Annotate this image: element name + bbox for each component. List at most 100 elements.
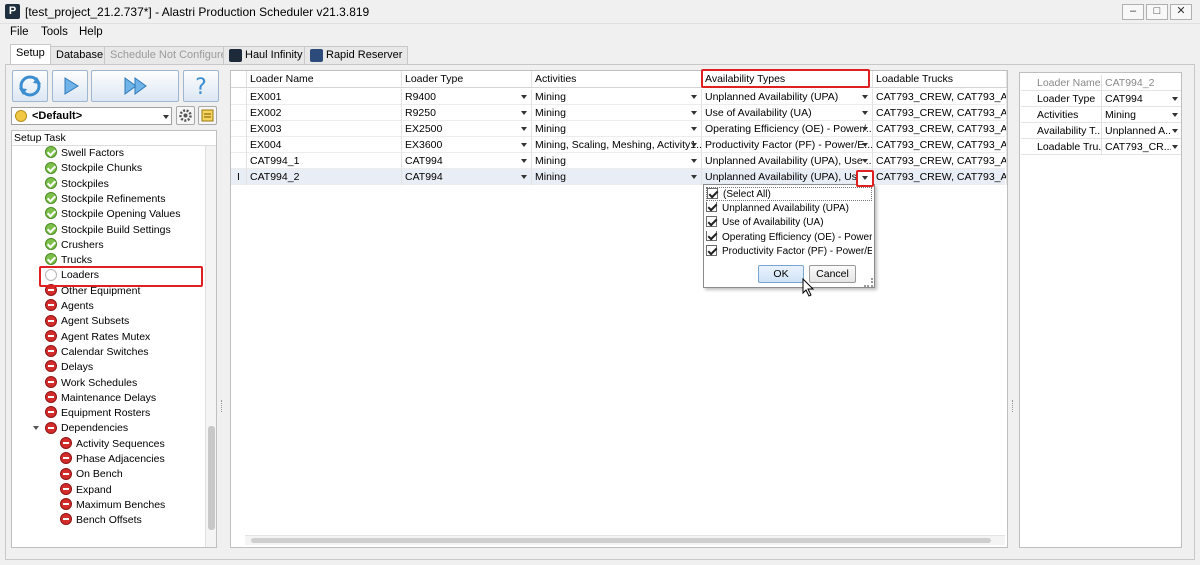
chevron-down-icon[interactable] bbox=[1172, 129, 1178, 133]
cancel-button[interactable]: Cancel bbox=[809, 265, 856, 283]
property-value[interactable]: Mining bbox=[1105, 107, 1171, 123]
availability-option[interactable]: Use of Availability (UA) bbox=[706, 216, 872, 230]
property-row[interactable]: Loader Name CAT994_2 bbox=[1021, 75, 1181, 91]
chevron-down-icon[interactable] bbox=[521, 143, 527, 147]
expand-chevron-icon[interactable] bbox=[33, 426, 39, 431]
help-button[interactable]: ? bbox=[183, 70, 219, 102]
tree-item-activity-sequences[interactable]: Activity Sequences bbox=[60, 436, 165, 452]
refresh-button[interactable] bbox=[12, 70, 48, 102]
chevron-down-icon[interactable] bbox=[862, 111, 868, 115]
chevron-down-icon[interactable] bbox=[521, 127, 527, 131]
property-value[interactable]: Unplanned A... bbox=[1105, 123, 1171, 139]
table-row[interactable]: EX002 R9250 Mining Use of Availability (UA)… bbox=[231, 105, 1007, 121]
table-cell[interactable]: Mining, Scaling, Meshing, Activity1... bbox=[532, 137, 702, 153]
tree-item-phase-adjacencies[interactable]: Phase Adjacencies bbox=[60, 452, 165, 467]
row-indicator[interactable] bbox=[231, 137, 247, 153]
table-row[interactable]: EX003 EX2500 Mining Operating Efficiency (O… bbox=[231, 121, 1007, 137]
right-splitter[interactable] bbox=[1012, 400, 1015, 412]
tree-item-dependencies[interactable]: Dependencies bbox=[45, 421, 128, 436]
grid-hscrollbar-thumb[interactable] bbox=[251, 538, 991, 543]
row-indicator[interactable]: I bbox=[231, 169, 247, 185]
table-cell[interactable]: EX2500 bbox=[402, 121, 532, 137]
tree-item-stockpile-build-settings[interactable]: Stockpile Build Settings bbox=[45, 222, 171, 238]
tree-item-expand[interactable]: Expand bbox=[60, 482, 112, 498]
chevron-down-icon[interactable] bbox=[691, 175, 697, 179]
tree-item-calendar-switches[interactable]: Calendar Switches bbox=[45, 345, 149, 360]
row-indicator[interactable] bbox=[231, 105, 247, 121]
chevron-down-icon[interactable] bbox=[1172, 113, 1178, 117]
tab-database[interactable]: Database bbox=[50, 46, 110, 65]
table-cell[interactable]: Mining bbox=[532, 105, 702, 121]
table-cell[interactable]: CAT994_1 bbox=[247, 153, 402, 169]
tree-item-agent-subsets[interactable]: Agent Subsets bbox=[45, 314, 129, 329]
table-cell[interactable]: Mining bbox=[532, 89, 702, 105]
tree-item-stockpile-opening-values[interactable]: Stockpile Opening Values bbox=[45, 207, 180, 222]
table-cell[interactable]: Productivity Factor (PF) - Power/E... bbox=[702, 137, 873, 153]
table-cell[interactable]: EX004 bbox=[247, 137, 402, 153]
chevron-down-icon[interactable] bbox=[521, 111, 527, 115]
menu-tools[interactable]: Tools bbox=[41, 26, 68, 38]
tab-setup[interactable]: Setup bbox=[10, 44, 51, 65]
tab-rapid-reserver[interactable]: Rapid Reserver bbox=[304, 46, 409, 65]
tree-item-agent-rates-mutex[interactable]: Agent Rates Mutex bbox=[45, 329, 150, 345]
settings-button[interactable] bbox=[176, 106, 195, 125]
property-row[interactable]: Activities Mining bbox=[1021, 107, 1181, 123]
minimize-button[interactable]: – bbox=[1122, 4, 1144, 20]
checkbox-checked-icon[interactable] bbox=[706, 230, 717, 242]
table-cell[interactable]: EX001 bbox=[247, 89, 402, 105]
close-button[interactable]: ✕ bbox=[1170, 4, 1192, 20]
chevron-down-icon[interactable] bbox=[691, 159, 697, 163]
checkbox-checked-icon[interactable] bbox=[707, 188, 718, 199]
tree-item-maintenance-delays[interactable]: Maintenance Delays bbox=[45, 391, 156, 406]
tree-item-swell-factors[interactable]: Swell Factors bbox=[45, 146, 124, 161]
table-cell[interactable]: CAT793_CREW, CAT793_A... bbox=[873, 105, 1007, 121]
tree-item-equipment-rosters[interactable]: Equipment Rosters bbox=[45, 406, 150, 421]
chevron-down-icon[interactable] bbox=[521, 159, 527, 163]
menu-file[interactable]: File bbox=[10, 26, 29, 38]
table-cell[interactable]: R9400 bbox=[402, 89, 532, 105]
property-value[interactable]: CAT994 bbox=[1105, 91, 1171, 107]
tab-haul-infinity[interactable]: Haul Infinity bbox=[223, 46, 309, 65]
tree-item-delays[interactable]: Delays bbox=[45, 360, 93, 375]
tree-item-maximum-benches[interactable]: Maximum Benches bbox=[60, 498, 165, 513]
resize-grip-icon[interactable] bbox=[864, 278, 873, 287]
row-indicator[interactable] bbox=[231, 121, 247, 137]
tree-item-crushers[interactable]: Crushers bbox=[45, 238, 104, 253]
chevron-down-icon[interactable] bbox=[521, 95, 527, 99]
chevron-down-icon[interactable] bbox=[862, 95, 868, 99]
left-splitter[interactable] bbox=[221, 400, 224, 412]
property-row[interactable]: Loader Type CAT994 bbox=[1021, 91, 1181, 107]
tree-item-stockpile-chunks[interactable]: Stockpile Chunks bbox=[45, 161, 142, 176]
row-indicator[interactable] bbox=[231, 89, 247, 105]
chevron-down-icon[interactable] bbox=[1172, 97, 1178, 101]
table-cell[interactable]: EX003 bbox=[247, 121, 402, 137]
table-cell[interactable]: Use of Availability (UA) bbox=[702, 105, 873, 121]
table-row[interactable]: CAT994_1 CAT994 Mining Unplanned Availabili… bbox=[231, 153, 1007, 169]
tree-item-work-schedules[interactable]: Work Schedules bbox=[45, 375, 137, 391]
table-cell[interactable]: CAT994_2 bbox=[247, 169, 402, 185]
table-row[interactable]: EX004 EX3600 Mining, Scaling, Meshing, Act… bbox=[231, 137, 1007, 153]
col-loader-type[interactable]: Loader Type bbox=[402, 71, 532, 87]
checkbox-checked-icon[interactable] bbox=[706, 216, 717, 227]
table-cell[interactable]: CAT793_CREW, CAT793_A... bbox=[873, 137, 1007, 153]
table-cell[interactable]: EX3600 bbox=[402, 137, 532, 153]
table-row[interactable]: EX001 R9400 Mining Unplanned Availability (… bbox=[231, 89, 1007, 105]
property-row[interactable]: Loadable Tru... CAT793_CR... bbox=[1021, 139, 1181, 155]
table-cell[interactable]: CAT793_CREW, CAT793_A... bbox=[873, 121, 1007, 137]
checkbox-checked-icon[interactable] bbox=[706, 201, 717, 213]
tree-scrollbar[interactable] bbox=[205, 146, 216, 547]
menu-help[interactable]: Help bbox=[79, 26, 103, 38]
col-loadable-trucks[interactable]: Loadable Trucks bbox=[873, 71, 1007, 87]
row-indicator[interactable] bbox=[231, 153, 247, 169]
table-cell[interactable]: CAT793_CREW, CAT793_A... bbox=[873, 169, 1007, 185]
property-value[interactable]: CAT793_CR... bbox=[1105, 139, 1171, 155]
table-cell[interactable]: CAT793_CREW, CAT793_A... bbox=[873, 89, 1007, 105]
run-button[interactable] bbox=[52, 70, 88, 102]
table-cell[interactable]: Mining bbox=[532, 121, 702, 137]
table-cell[interactable]: Operating Efficiency (OE) - Power/... bbox=[702, 121, 873, 137]
tree-item-agents[interactable]: Agents bbox=[45, 299, 94, 314]
property-row[interactable]: Availability T... Unplanned A... bbox=[1021, 123, 1181, 139]
chevron-down-icon[interactable] bbox=[691, 127, 697, 131]
ok-button[interactable]: OK bbox=[758, 265, 804, 283]
tree-item-on-bench[interactable]: On Bench bbox=[60, 467, 123, 482]
